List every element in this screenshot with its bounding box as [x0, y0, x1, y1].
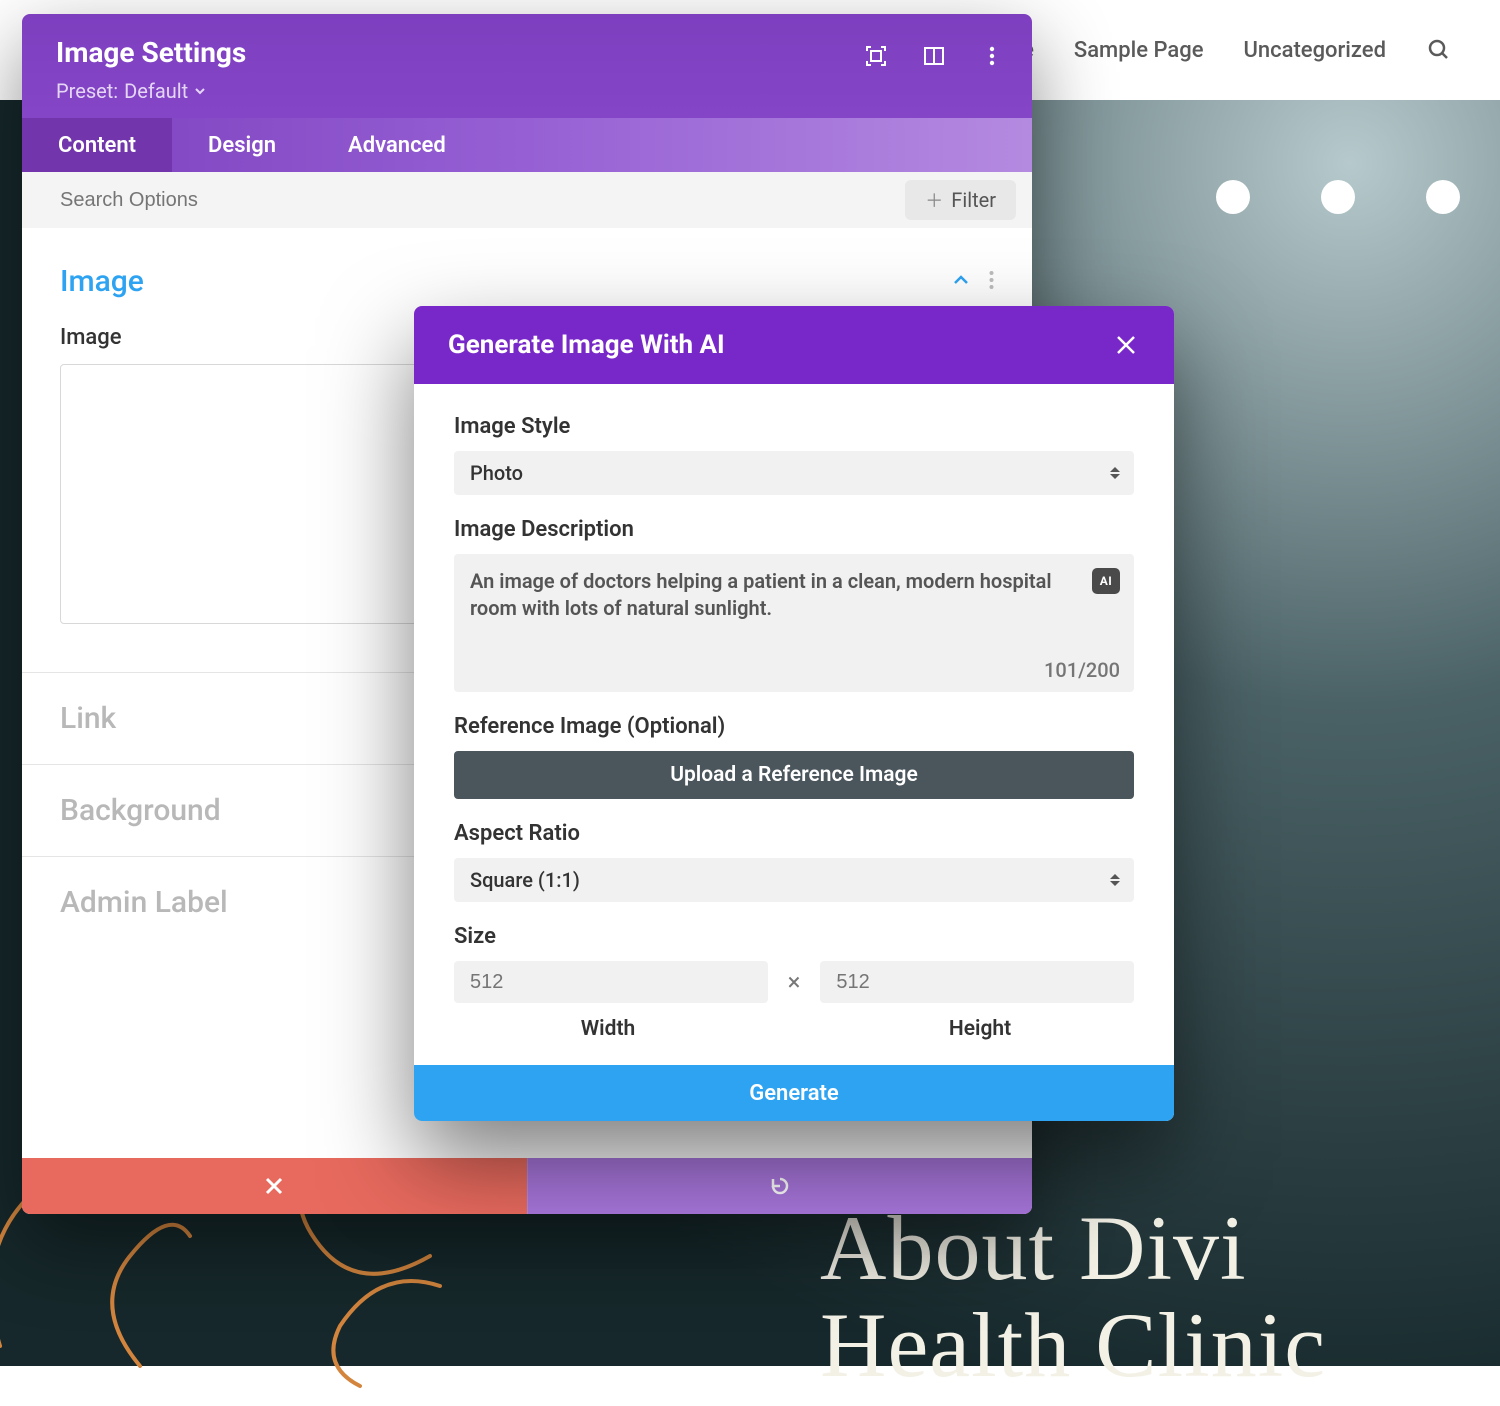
panel-header: Image Settings Preset: Default	[22, 14, 1032, 118]
decorative-circle	[1426, 180, 1460, 214]
preset-prefix: Preset:	[56, 79, 118, 103]
image-style-select[interactable]: Photo	[454, 451, 1134, 495]
cancel-button[interactable]	[22, 1158, 527, 1214]
section-title-image: Image	[60, 264, 144, 299]
filter-button[interactable]: ＋ Filter	[905, 180, 1016, 220]
tab-advanced[interactable]: Advanced	[312, 118, 482, 172]
modal-title: Generate Image With AI	[448, 330, 725, 360]
size-label: Size	[454, 924, 1134, 949]
more-icon[interactable]	[980, 44, 1004, 68]
width-input[interactable]	[454, 961, 768, 1003]
undo-button[interactable]	[527, 1158, 1033, 1214]
chevron-down-icon	[194, 85, 206, 97]
generate-ai-modal: Generate Image With AI Image Style Photo…	[414, 306, 1174, 1121]
panel-title: Image Settings	[56, 36, 998, 69]
description-textarea-wrap: AI 101/200	[454, 554, 1134, 692]
image-description-label: Image Description	[454, 517, 1134, 542]
decorative-circle	[1216, 180, 1250, 214]
panel-search-row: ＋ Filter	[22, 172, 1032, 228]
modal-body: Image Style Photo Image Description AI 1…	[414, 384, 1174, 1065]
filter-label: Filter	[951, 188, 996, 212]
preset-dropdown[interactable]: Preset: Default	[56, 79, 998, 103]
image-style-value: Photo	[470, 461, 523, 485]
height-input[interactable]	[820, 961, 1134, 1003]
tab-content[interactable]: Content	[22, 118, 172, 172]
image-section-header: Image	[60, 252, 994, 311]
chevron-up-icon[interactable]	[951, 270, 971, 294]
columns-icon[interactable]	[922, 44, 946, 68]
close-icon	[263, 1175, 285, 1197]
size-row: ×	[454, 961, 1134, 1003]
height-sublabel: Height	[826, 1017, 1134, 1041]
plus-icon: ＋	[925, 187, 943, 213]
preset-value: Default	[124, 79, 188, 103]
upload-reference-button[interactable]: Upload a Reference Image	[454, 751, 1134, 799]
section-more-icon[interactable]	[989, 270, 994, 294]
decorative-circle	[1321, 180, 1355, 214]
panel-footer	[22, 1158, 1032, 1214]
aspect-ratio-select[interactable]: Square (1:1)	[454, 858, 1134, 902]
nav-link[interactable]: Sample Page	[1074, 38, 1204, 63]
char-count: 101/200	[1044, 658, 1120, 682]
tab-design[interactable]: Design	[172, 118, 312, 172]
size-multiply-icon: ×	[788, 968, 801, 996]
width-sublabel: Width	[454, 1017, 762, 1041]
ai-assist-button[interactable]: AI	[1092, 568, 1120, 594]
nav-link[interactable]: Uncategorized	[1243, 38, 1386, 63]
undo-icon	[768, 1174, 792, 1198]
select-caret-icon	[1110, 874, 1120, 886]
hero-title: About Divi Health Clinic	[820, 1200, 1500, 1393]
aspect-ratio-value: Square (1:1)	[470, 868, 580, 892]
panel-tabs: Content Design Advanced	[22, 118, 1032, 172]
modal-header: Generate Image With AI	[414, 306, 1174, 384]
search-input[interactable]	[60, 189, 905, 212]
modal-close-button[interactable]	[1112, 331, 1140, 359]
description-textarea[interactable]	[470, 568, 1078, 638]
generate-button[interactable]: Generate	[414, 1065, 1174, 1121]
search-icon[interactable]	[1426, 37, 1452, 63]
close-icon	[1115, 334, 1137, 356]
reference-image-label: Reference Image (Optional)	[454, 714, 1134, 739]
select-caret-icon	[1110, 467, 1120, 479]
expand-icon[interactable]	[864, 44, 888, 68]
image-style-label: Image Style	[454, 414, 1134, 439]
aspect-ratio-label: Aspect Ratio	[454, 821, 1134, 846]
